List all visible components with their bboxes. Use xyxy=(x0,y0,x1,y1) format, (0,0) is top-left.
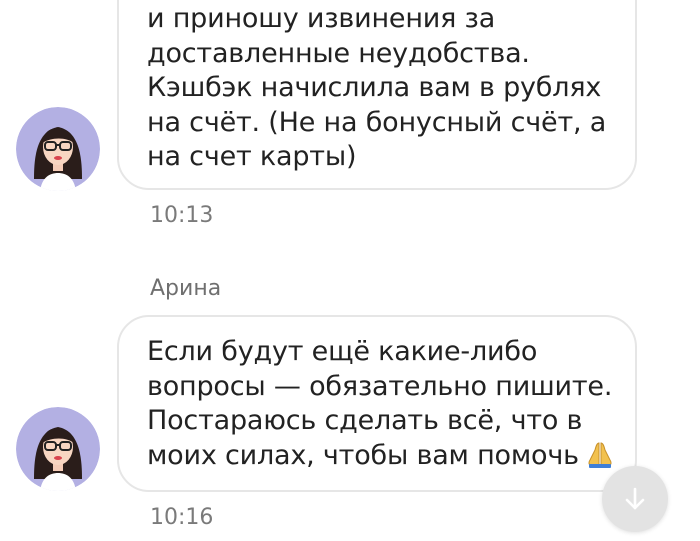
chat-view: и приношу извинения за доставленные неуд… xyxy=(0,0,700,541)
message-text-line: Если будут ещё какие-либо xyxy=(147,336,538,367)
message-text-line: доставленные неудобства. xyxy=(147,37,530,69)
operator-avatar xyxy=(16,407,100,491)
message-text-line: и приношу извинения за xyxy=(147,3,496,34)
message-time: 10:13 xyxy=(150,203,214,228)
operator-avatar-icon xyxy=(16,407,100,491)
message-text-line: Постараюсь сделать всё, что в xyxy=(147,405,583,436)
message-text-line: на счет карты) xyxy=(147,141,357,172)
message-text-line-with-emoji: моих силах, чтобы вам помочь xyxy=(147,439,635,478)
message-time: 10:16 xyxy=(150,505,214,530)
message-text-line: моих силах, чтобы вам помочь xyxy=(147,439,579,471)
message-bubble: и приношу извинения за доставленные неуд… xyxy=(117,0,637,190)
message-text-line: на счёт. (Не на бонусный счёт, а xyxy=(147,106,607,138)
operator-avatar-icon xyxy=(16,107,100,191)
arrow-down-icon xyxy=(625,487,645,510)
sender-name: Арина xyxy=(150,276,222,301)
scroll-to-bottom-button[interactable] xyxy=(602,466,668,532)
message-bubble: Если будут ещё какие-либо вопросы — обяз… xyxy=(117,315,637,492)
operator-avatar xyxy=(16,107,100,191)
message-text-line: Кэшбэк начислила вам в рублях xyxy=(147,72,602,103)
message-text-line: вопросы — обязательно пишите. xyxy=(147,370,613,402)
folded-hands-icon xyxy=(585,440,615,478)
